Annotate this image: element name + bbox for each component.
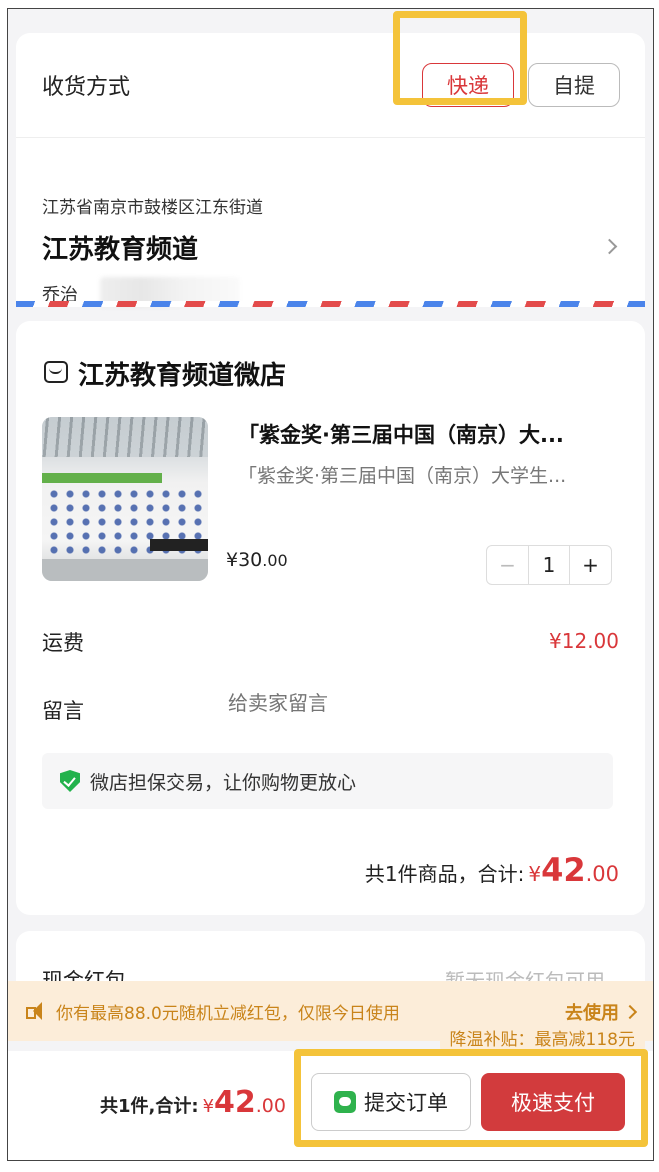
recipient-name: 江苏教育频道 bbox=[42, 235, 199, 265]
guarantee-text: 微店担保交易，让你购物更放心 bbox=[90, 771, 357, 794]
product-subtitle: 「紫金奖·第三届中国（南京）大学生... bbox=[238, 465, 567, 487]
quantity-stepper: − 1 + bbox=[486, 545, 612, 585]
subtotal-decimal: .00 bbox=[585, 862, 619, 886]
order-total: 共1件,合计: ¥ 42 .00 bbox=[100, 1085, 286, 1120]
subsidy-badge: 降温补贴：最高减118元 bbox=[439, 1023, 645, 1051]
total-integer: 42 bbox=[214, 1085, 256, 1120]
message-input[interactable] bbox=[228, 693, 588, 716]
quantity-value[interactable]: 1 bbox=[529, 546, 569, 584]
shop-icon bbox=[44, 361, 68, 383]
address-line: 江苏省南京市鼓楼区江东街道 bbox=[42, 198, 263, 218]
price-integer: ¥30 bbox=[226, 549, 263, 571]
subtotal-label: 共1件商品，合计: bbox=[364, 862, 525, 886]
decrease-button[interactable]: − bbox=[487, 546, 529, 584]
speaker-icon bbox=[26, 1002, 48, 1020]
total-currency: ¥ bbox=[202, 1096, 215, 1117]
product-image[interactable] bbox=[42, 417, 208, 581]
total-decimal: .00 bbox=[255, 1095, 286, 1117]
delivery-card: 收货方式 快递 自提 江苏省南京市鼓楼区江东街道 江苏教育频道 乔治 bbox=[16, 33, 645, 307]
product-title: 「紫金奖·第三届中国（南京）大... bbox=[238, 423, 564, 447]
highlight-box bbox=[393, 11, 527, 105]
product-price: ¥30.00 bbox=[226, 549, 288, 571]
use-now-label: 去使用 bbox=[565, 1003, 619, 1024]
message-label: 留言 bbox=[42, 699, 84, 723]
airmail-border bbox=[16, 301, 645, 307]
divider bbox=[16, 137, 645, 138]
chevron-right-icon[interactable] bbox=[601, 238, 618, 255]
shield-check-icon bbox=[60, 770, 80, 792]
shipping-label: 运费 bbox=[42, 631, 84, 655]
guarantee-banner: 微店担保交易，让你购物更放心 bbox=[42, 753, 613, 809]
shipping-fee: ¥12.00 bbox=[549, 629, 619, 653]
promo-text: 你有最高88.0元随机立减红包，仅限今日使用 bbox=[56, 1003, 400, 1024]
delivery-method-label: 收货方式 bbox=[42, 75, 131, 100]
screen: 收货方式 快递 自提 江苏省南京市鼓楼区江东街道 江苏教育频道 乔治 江苏教育频… bbox=[7, 8, 654, 1161]
subtotal-currency: ¥ bbox=[528, 862, 542, 886]
highlight-box bbox=[294, 1049, 648, 1147]
shop-name[interactable]: 江苏教育频道微店 bbox=[78, 355, 286, 392]
increase-button[interactable]: + bbox=[569, 546, 611, 584]
chevron-right-icon bbox=[622, 1004, 638, 1020]
shop-card: 江苏教育频道微店 「紫金奖·第三届中国（南京）大... 「紫金奖·第三届中国（南… bbox=[16, 321, 645, 915]
total-label: 共1件,合计: bbox=[100, 1096, 199, 1117]
use-now-link[interactable]: 去使用 bbox=[565, 999, 638, 1025]
subtotal: 共1件商品，合计: ¥ 42 .00 bbox=[365, 851, 619, 889]
subtotal-integer: 42 bbox=[541, 851, 586, 889]
price-decimal: .00 bbox=[262, 551, 288, 570]
pickup-option[interactable]: 自提 bbox=[528, 63, 620, 107]
